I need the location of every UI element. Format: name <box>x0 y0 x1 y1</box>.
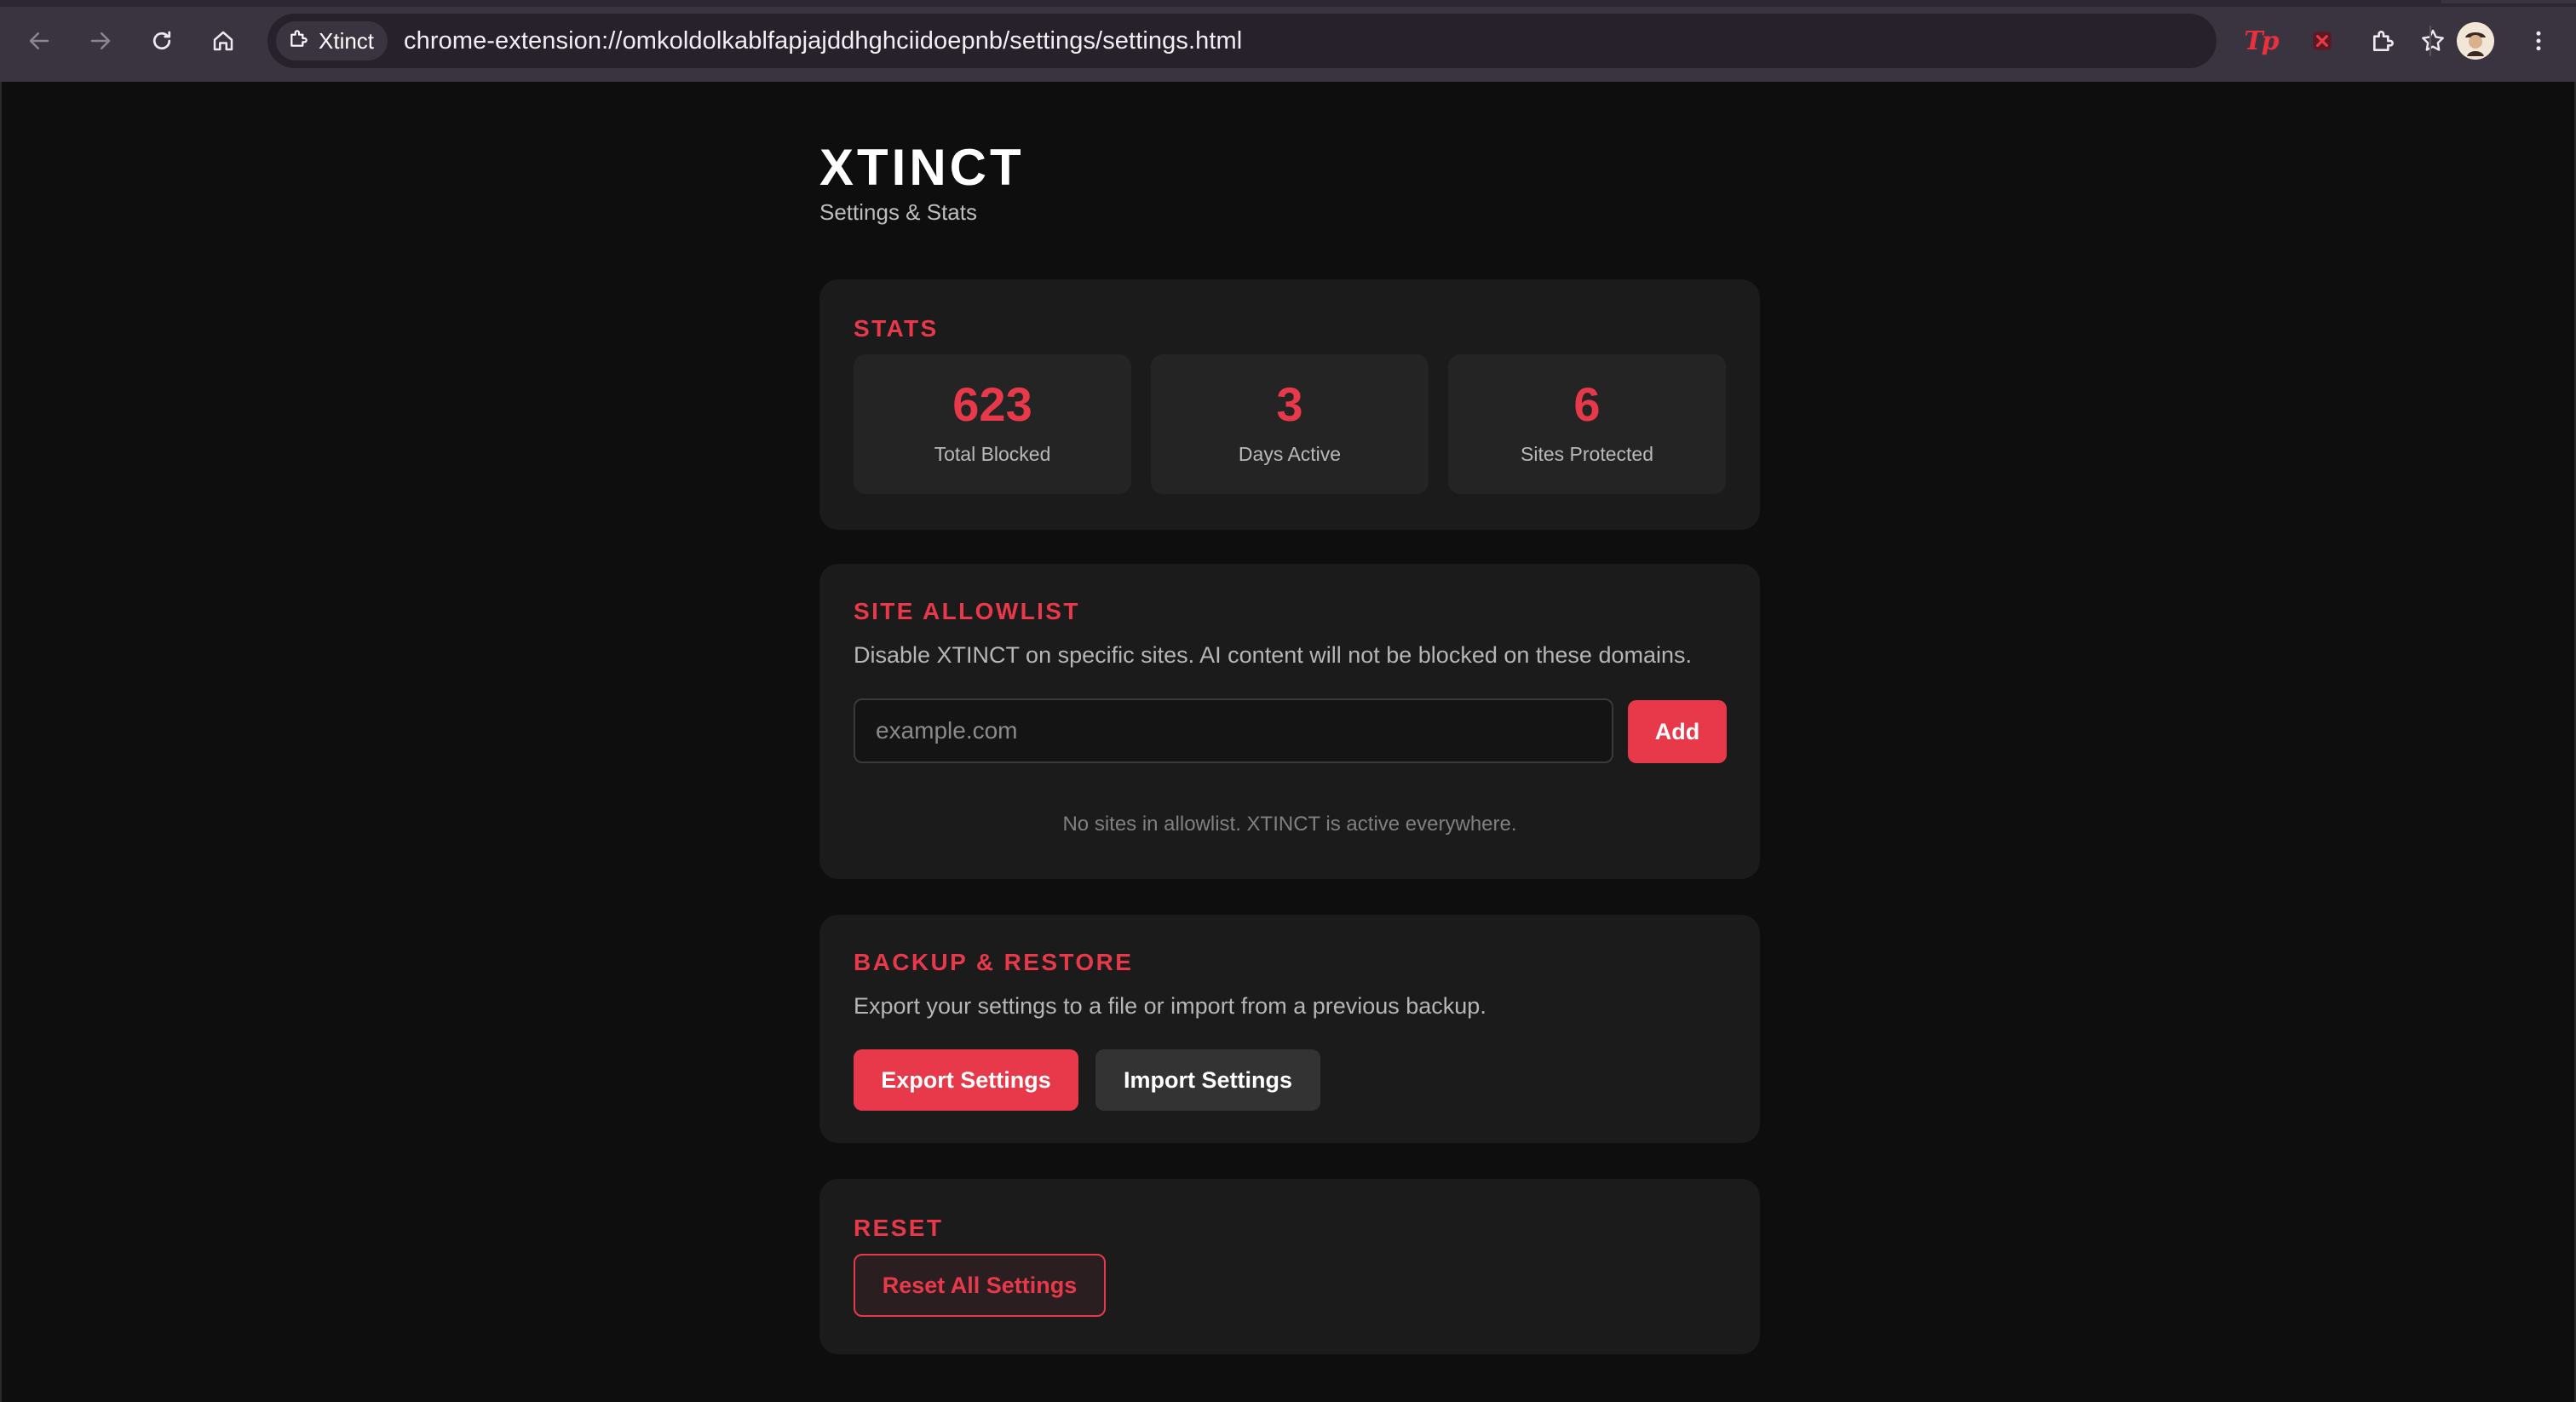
home-icon[interactable] <box>203 20 244 61</box>
export-settings-button[interactable]: Export Settings <box>854 1049 1078 1111</box>
profile-avatar[interactable] <box>2457 22 2494 60</box>
bookmark-star-icon[interactable] <box>2416 24 2450 58</box>
stat-value: 3 <box>1276 377 1303 431</box>
settings-page: XTINCT Settings & Stats STATS 623 Total … <box>0 82 2576 1402</box>
page-subtitle: Settings & Stats <box>819 199 977 225</box>
stat-value: 6 <box>1573 377 1601 431</box>
allowlist-title: SITE ALLOWLIST <box>854 598 1080 624</box>
backup-description: Export your settings to a file or import… <box>854 993 1486 1019</box>
reset-card: RESET Reset All Settings <box>819 1179 1760 1354</box>
brand-title: XTINCT <box>819 139 1025 196</box>
extension-puzzle-icon <box>288 27 310 55</box>
kebab-menu-icon[interactable] <box>2518 20 2559 61</box>
allowlist-card: SITE ALLOWLIST Disable XTINCT on specifi… <box>819 564 1760 879</box>
stats-title: STATS <box>854 315 939 342</box>
browser-toolbar: Xtinct chrome-extension://omkoldolkablfa… <box>0 0 2576 82</box>
back-icon[interactable] <box>19 20 60 61</box>
reload-icon[interactable] <box>141 20 182 61</box>
reset-all-settings-button[interactable]: Reset All Settings <box>854 1254 1106 1317</box>
stat-label: Sites Protected <box>1521 443 1653 465</box>
allowlist-empty-message: No sites in allowlist. XTINCT is active … <box>1062 813 1517 836</box>
import-settings-button[interactable]: Import Settings <box>1095 1049 1320 1111</box>
address-bar[interactable]: Xtinct chrome-extension://omkoldolkablfa… <box>267 14 2444 68</box>
url-text[interactable]: chrome-extension://omkoldolkablfapjajddh… <box>404 14 1242 68</box>
xtinct-extension-icon[interactable] <box>2302 20 2343 61</box>
allowlist-domain-input[interactable] <box>854 698 1613 763</box>
stat-label: Days Active <box>1238 443 1342 465</box>
backup-card: BACKUP & RESTORE Export your settings to… <box>819 915 1760 1143</box>
tp-extension-icon[interactable]: Tp <box>2240 20 2281 61</box>
stat-total-blocked: 623 Total Blocked <box>854 354 1131 494</box>
add-site-button[interactable]: Add <box>1628 700 1727 763</box>
stat-label: Total Blocked <box>934 443 1051 465</box>
toolbar-divider <box>2429 26 2431 56</box>
stat-value: 623 <box>952 377 1032 431</box>
stat-sites-protected: 6 Sites Protected <box>1448 354 1726 494</box>
site-info-chip[interactable]: Xtinct <box>276 21 388 60</box>
forward-icon[interactable] <box>80 20 121 61</box>
puzzle-extensions-icon[interactable] <box>2363 20 2404 61</box>
site-chip-label: Xtinct <box>319 27 375 54</box>
allowlist-description: Disable XTINCT on specific sites. AI con… <box>854 642 1692 668</box>
stats-card: STATS 623 Total Blocked 3 Days Active 6 … <box>819 279 1760 530</box>
reset-title: RESET <box>854 1215 944 1241</box>
stat-days-active: 3 Days Active <box>1151 354 1429 494</box>
backup-title: BACKUP & RESTORE <box>854 949 1134 975</box>
